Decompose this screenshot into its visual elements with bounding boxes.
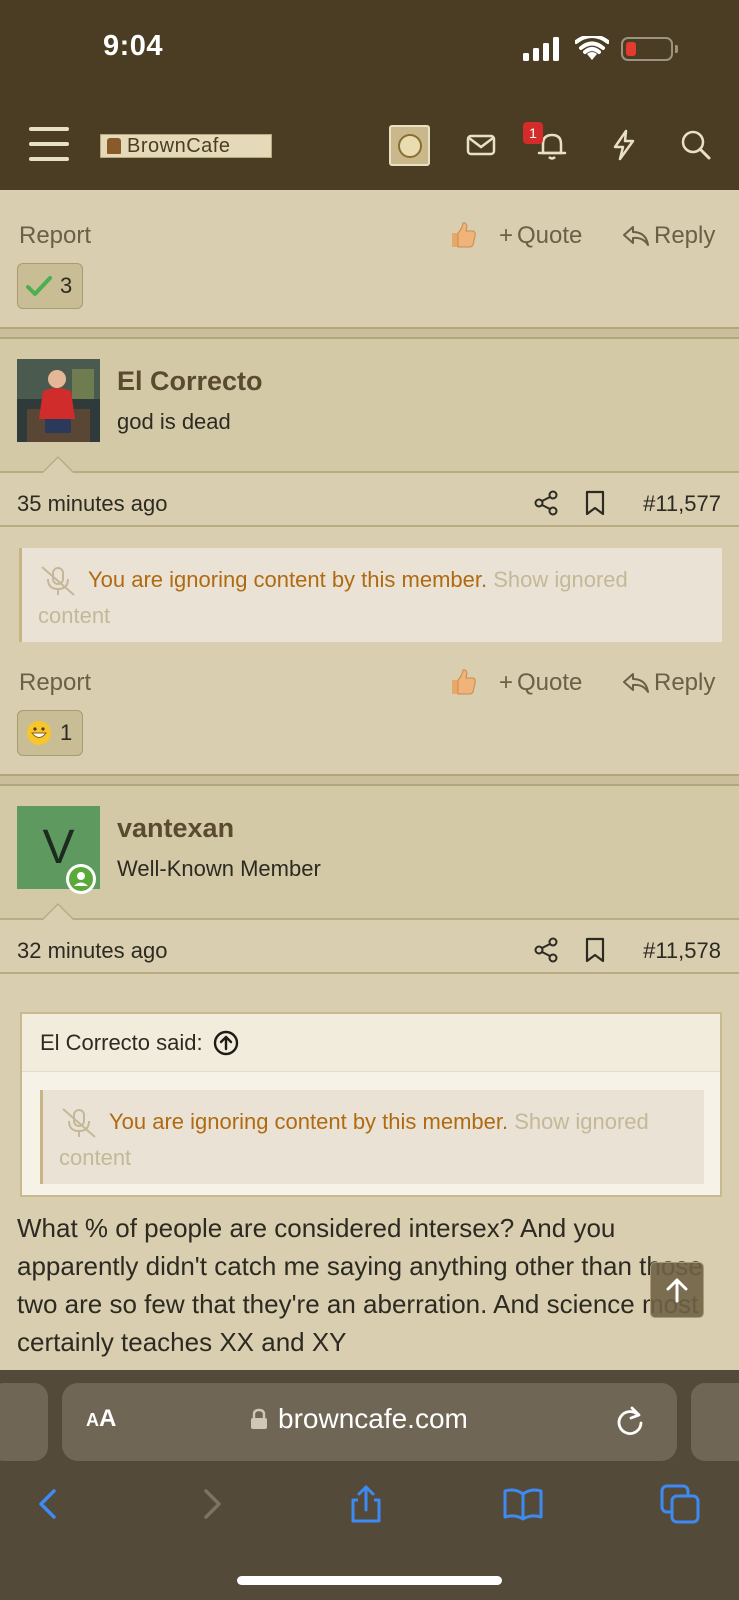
forward-icon[interactable] bbox=[190, 1483, 232, 1525]
reply-button[interactable]: Reply bbox=[622, 222, 715, 250]
url-display[interactable]: browncafe.com bbox=[250, 1403, 468, 1435]
bookmarks-icon[interactable] bbox=[502, 1483, 544, 1525]
plus-icon: + bbox=[499, 222, 514, 249]
report-link[interactable]: Report bbox=[19, 669, 91, 697]
post-author[interactable]: vantexan bbox=[117, 813, 234, 844]
post-number[interactable]: #11,578 bbox=[643, 938, 721, 964]
app-header: 9:04 BrownCafe 1 bbox=[0, 0, 739, 190]
next-tab-preview[interactable] bbox=[691, 1383, 739, 1461]
tabs-icon[interactable] bbox=[659, 1483, 701, 1525]
like-icon[interactable] bbox=[446, 219, 478, 251]
reply-icon bbox=[623, 226, 649, 246]
quote-label: Quote bbox=[517, 222, 583, 249]
author-title: Well-Known Member bbox=[117, 856, 321, 881]
plus-icon: + bbox=[499, 669, 514, 696]
previous-tab-preview[interactable] bbox=[0, 1383, 48, 1461]
signal-icon bbox=[523, 37, 559, 61]
share-icon[interactable] bbox=[533, 936, 559, 964]
post-actions: Report + Quote Reply bbox=[0, 217, 739, 257]
logo-mark-icon bbox=[107, 138, 121, 154]
post-meta: 35 minutes ago #11,577 bbox=[0, 483, 739, 527]
alerts-badge: 1 bbox=[523, 122, 543, 144]
checkmark-icon bbox=[26, 273, 52, 299]
reply-icon bbox=[623, 673, 649, 693]
search-icon[interactable] bbox=[678, 127, 714, 163]
like-icon[interactable] bbox=[446, 666, 478, 698]
wifi-icon bbox=[575, 36, 609, 60]
aa-small: A bbox=[86, 1410, 99, 1430]
online-indicator-icon bbox=[66, 864, 96, 894]
back-icon[interactable] bbox=[28, 1483, 70, 1525]
lock-icon bbox=[251, 1408, 267, 1429]
scroll-to-top-button[interactable] bbox=[650, 1262, 704, 1318]
post-separator bbox=[0, 327, 739, 339]
arrow-up-icon bbox=[666, 1278, 688, 1303]
reply-label: Reply bbox=[654, 669, 716, 696]
post-meta: 32 minutes ago #11,578 bbox=[0, 930, 739, 974]
browser-toolbar: AA browncafe.com bbox=[0, 1370, 739, 1600]
post-number[interactable]: #11,577 bbox=[643, 491, 721, 517]
share-sheet-icon[interactable] bbox=[345, 1483, 387, 1525]
status-time: 9:04 bbox=[103, 30, 164, 62]
reaction-count: 1 bbox=[60, 720, 73, 745]
avatar[interactable] bbox=[17, 359, 100, 442]
author-title: god is dead bbox=[117, 409, 231, 434]
post-header: El Correcto god is dead bbox=[0, 339, 739, 473]
post-time[interactable]: 35 minutes ago bbox=[17, 491, 167, 517]
quote-label: Quote bbox=[517, 669, 583, 696]
nav-bar: BrownCafe 1 bbox=[0, 115, 739, 175]
post-actions: Report + Quote Reply bbox=[0, 664, 739, 704]
home-indicator[interactable] bbox=[237, 1576, 502, 1585]
user-avatar[interactable] bbox=[389, 125, 430, 166]
reaction-summary[interactable]: 3 bbox=[17, 263, 83, 309]
battery-icon bbox=[621, 37, 678, 61]
post-time[interactable]: 32 minutes ago bbox=[17, 938, 167, 964]
ignored-content-notice: You are ignoring content by this member.… bbox=[19, 548, 722, 642]
muted-mic-icon bbox=[62, 1108, 96, 1138]
reply-button[interactable]: Reply bbox=[622, 669, 715, 697]
report-link[interactable]: Report bbox=[19, 222, 91, 250]
quote-button[interactable]: + Quote bbox=[499, 669, 582, 697]
share-icon[interactable] bbox=[533, 489, 559, 517]
post-header: V vantexan Well-Known Member bbox=[0, 786, 739, 920]
ignored-content-notice: You are ignoring content by this member.… bbox=[40, 1090, 704, 1184]
quote-button[interactable]: + Quote bbox=[499, 222, 582, 250]
post-author[interactable]: El Correcto bbox=[117, 366, 263, 397]
menu-icon[interactable] bbox=[29, 127, 69, 161]
mail-icon[interactable] bbox=[463, 127, 499, 163]
site-logo[interactable]: BrownCafe bbox=[100, 134, 272, 158]
status-icons bbox=[523, 36, 678, 62]
thread-content: Report + Quote Reply 3 El Correcto god i… bbox=[0, 190, 739, 1370]
post-caret bbox=[41, 456, 75, 473]
reply-label: Reply bbox=[654, 222, 716, 249]
quote-block: El Correcto said: You are ignoring conte… bbox=[20, 1012, 722, 1197]
reaction-summary[interactable]: 1 bbox=[17, 710, 83, 756]
post-separator bbox=[0, 774, 739, 786]
muted-mic-icon bbox=[41, 566, 75, 596]
logo-text: BrownCafe bbox=[127, 134, 231, 157]
quote-header[interactable]: El Correcto said: bbox=[22, 1014, 720, 1072]
address-bar[interactable]: AA browncafe.com bbox=[62, 1383, 677, 1461]
bookmark-icon[interactable] bbox=[584, 489, 606, 517]
ignored-text: You are ignoring content by this member. bbox=[88, 567, 488, 592]
ignored-text: You are ignoring content by this member. bbox=[109, 1109, 509, 1134]
lightning-icon[interactable] bbox=[606, 127, 642, 163]
post-body: What % of people are considered intersex… bbox=[17, 1213, 703, 1357]
bookmark-icon[interactable] bbox=[584, 936, 606, 964]
post-caret bbox=[41, 903, 75, 920]
arrow-up-circle-icon[interactable] bbox=[213, 1030, 239, 1056]
quote-author: El Correcto said: bbox=[40, 1029, 203, 1055]
reader-options-button[interactable]: AA bbox=[86, 1405, 116, 1433]
url-text: browncafe.com bbox=[278, 1403, 468, 1434]
reload-icon[interactable] bbox=[614, 1405, 646, 1437]
grin-icon bbox=[26, 720, 52, 746]
aa-large: A bbox=[99, 1405, 117, 1432]
reaction-count: 3 bbox=[60, 273, 73, 298]
